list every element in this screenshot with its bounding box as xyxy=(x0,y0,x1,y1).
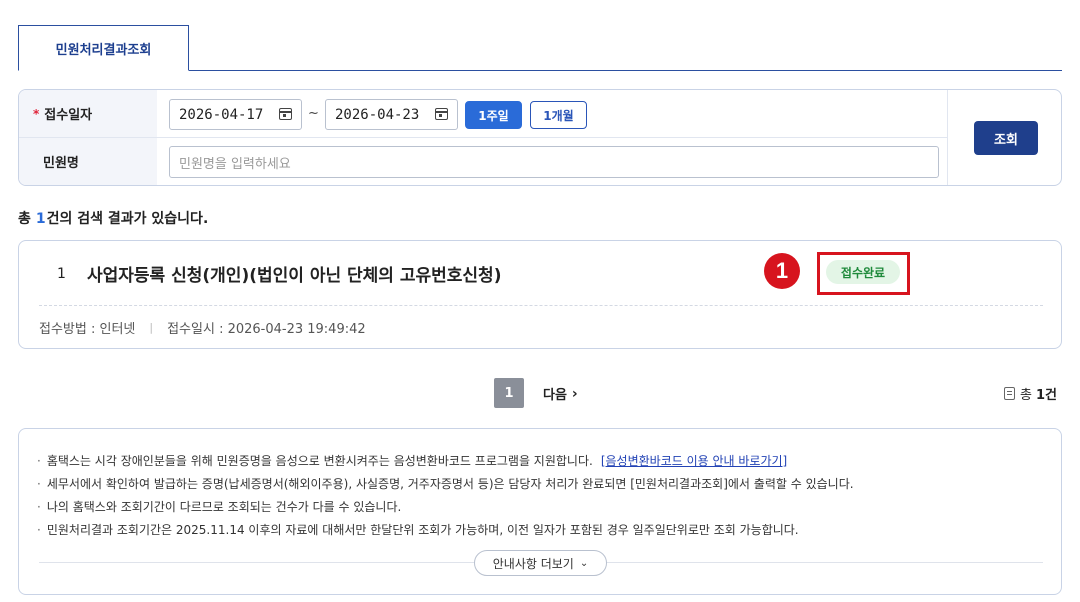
result-suffix: 건의 검색 결과가 있습니다. xyxy=(46,211,209,227)
end-date-input[interactable]: 2026-04-23 xyxy=(325,99,458,130)
notice-item: · 세무서에서 확인하여 발급하는 증명(납세증명서(해외이주용), 사실증명, … xyxy=(37,475,854,492)
annotation-marker: 1 xyxy=(764,253,800,289)
period-1week-button[interactable]: 1주일 xyxy=(465,101,522,129)
page-1-button[interactable]: 1 xyxy=(494,378,524,408)
total-prefix: 총 xyxy=(1020,388,1032,403)
result-number: 1 xyxy=(57,266,66,282)
next-page-label: 다음 xyxy=(543,388,567,403)
receipt-datetime: 접수일시 : 2026-04-23 19:49:42 xyxy=(167,322,366,337)
receipt-method: 접수방법 : 인터넷 xyxy=(39,322,136,337)
notice-text: 나의 홈택스와 조회기간이 다르므로 조회되는 건수가 다를 수 있습니다. xyxy=(46,500,402,514)
search-button[interactable]: 조회 xyxy=(974,121,1038,155)
tab-bar: 민원처리결과조회 xyxy=(18,25,1062,71)
notice-text: 세무서에서 확인하여 발급하는 증명(납세증명서(해외이주용), 사실증명, 거… xyxy=(46,477,854,491)
more-notice-button[interactable]: 안내사항 더보기 ⌄ xyxy=(474,550,607,576)
more-notice-label: 안내사항 더보기 xyxy=(492,556,574,571)
tab-complaint-result[interactable]: 민원처리결과조회 xyxy=(18,25,189,71)
row-divider xyxy=(19,137,947,138)
notice-item: · 나의 홈택스와 조회기간이 다르므로 조회되는 건수가 다를 수 있습니다. xyxy=(37,498,401,515)
start-date-input[interactable]: 2026-04-17 xyxy=(169,99,302,130)
result-title[interactable]: 사업자등록 신청(개인)(법인이 아닌 단체의 고유번호신청) xyxy=(87,261,501,286)
total-count: 총 1건 xyxy=(1004,384,1057,403)
bullet: · xyxy=(37,500,41,514)
card-divider xyxy=(39,305,1043,306)
next-page-button[interactable]: 다음 › xyxy=(543,384,578,404)
chevron-down-icon: ⌄ xyxy=(579,557,589,569)
period-1month-button[interactable]: 1개월 xyxy=(530,101,587,129)
bullet: · xyxy=(37,454,41,468)
meta-separator: | xyxy=(149,321,154,334)
notice-text: 홈택스는 시각 장애인분들을 위해 민원증명을 음성으로 변환시켜주는 음성변환… xyxy=(46,454,593,468)
bullet: · xyxy=(37,477,41,491)
notice-panel: · 홈택스는 시각 장애인분들을 위해 민원증명을 음성으로 변환시켜주는 음성변… xyxy=(18,428,1062,595)
result-prefix: 총 xyxy=(18,211,31,227)
document-icon xyxy=(1004,387,1015,400)
result-meta: 접수방법 : 인터넷 | 접수일시 : 2026-04-23 19:49:42 xyxy=(39,318,366,337)
name-label: 민원명 xyxy=(43,156,79,171)
start-date-value: 2026-04-17 xyxy=(179,106,264,123)
date-label-text: 접수일자 xyxy=(44,108,93,123)
date-separator: ~ xyxy=(308,106,319,121)
status-badge: 접수완료 xyxy=(826,260,900,284)
notice-text: 민원처리결과 조회기간은 2025.11.14 이후의 자료에 대해서만 한달단… xyxy=(46,523,799,537)
result-count: 1 xyxy=(35,211,46,227)
total-value: 1건 xyxy=(1035,388,1057,403)
calendar-icon[interactable] xyxy=(435,108,448,120)
notice-item: · 홈택스는 시각 장애인분들을 위해 민원증명을 음성으로 변환시켜주는 음성변… xyxy=(37,452,787,469)
end-date-value: 2026-04-23 xyxy=(335,106,420,123)
barcode-guide-link[interactable]: [음성변환바코드 이용 안내 바로가기] xyxy=(601,454,787,468)
notice-item: · 민원처리결과 조회기간은 2025.11.14 이후의 자료에 대해서만 한달… xyxy=(37,521,799,538)
date-label: * 접수일자 xyxy=(33,90,92,137)
search-panel: * 접수일자 2026-04-17 ~ 2026-04-23 1주일 1개월 민… xyxy=(18,89,1062,186)
calendar-icon[interactable] xyxy=(279,108,292,120)
required-mark: * xyxy=(33,106,40,121)
complaint-name-input[interactable]: 민원명을 입력하세요 xyxy=(169,146,939,178)
chevron-right-icon: › xyxy=(571,385,578,402)
result-summary: 총 1 건의 검색 결과가 있습니다. xyxy=(18,208,208,228)
bullet: · xyxy=(37,523,41,537)
